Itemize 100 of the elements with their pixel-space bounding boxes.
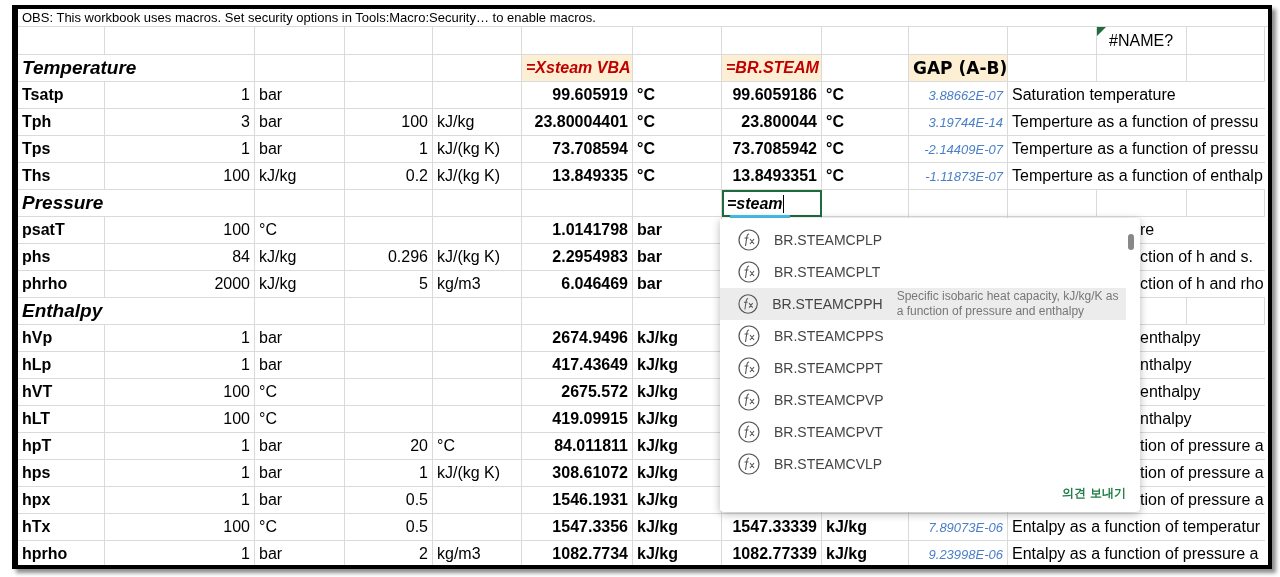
column-header: GAP (A-B) [913, 58, 1007, 78]
unit-cell: kJ/kg [822, 541, 909, 565]
function-name-cell: hVp [18, 325, 105, 352]
unit-cell: °C [822, 163, 909, 190]
result-cell: 23.800044 [722, 109, 822, 136]
unit-cell: kJ/kg [255, 271, 345, 298]
unit-cell: °C [822, 136, 909, 163]
description-text: Temperture as a function of enthalp [1012, 167, 1263, 185]
result-cell: 73.708594 [522, 136, 633, 163]
description-text: nthalpy [1140, 410, 1192, 428]
function-name-cell: hVT [18, 379, 105, 406]
function-name-cell: Tph [18, 109, 105, 136]
feedback-button[interactable]: 의견 보내기 [1061, 485, 1126, 502]
input-value-cell: 1 [105, 487, 255, 514]
result-cell: 417.43649 [522, 352, 633, 379]
description-text: ction of h and s. [1140, 248, 1253, 266]
unit-cell: kJ/kg [633, 541, 722, 565]
input-value-cell: 0.5 [345, 487, 433, 514]
function-name-cell: psatT [18, 217, 105, 244]
input-value-cell: 2000 [105, 271, 255, 298]
gap-value: 9.23998E-06 [928, 546, 1003, 562]
result-cell: 13.8493351 [722, 163, 822, 190]
unit-cell: bar [255, 487, 345, 514]
input-value-cell: 1 [105, 352, 255, 379]
unit-cell: kJ/kg [633, 514, 722, 541]
function-icon [738, 293, 759, 315]
description-text: Entalpy as a function of pressure a [1012, 545, 1259, 563]
input-value-cell: 100 [105, 406, 255, 433]
unit-cell: kJ/(kg K) [433, 244, 522, 271]
function-name-cell: hps [18, 460, 105, 487]
unit-cell: °C [633, 109, 722, 136]
function-name-cell: hLT [18, 406, 105, 433]
description-text: ction of h and rho [1140, 275, 1264, 293]
autocomplete-item[interactable]: BR.STEAMCVLP [720, 448, 1126, 480]
gap-value: -1.11873E-07 [925, 168, 1003, 184]
function-name-cell: phrho [18, 271, 105, 298]
input-value-cell: 0.5 [345, 514, 433, 541]
result-cell: 2675.572 [522, 379, 633, 406]
unit-cell: °C [255, 514, 345, 541]
function-icon [738, 389, 760, 411]
section-title: Temperature [22, 57, 137, 79]
unit-cell: kJ/kg [255, 244, 345, 271]
scrollbar-thumb[interactable] [1128, 234, 1134, 250]
unit-cell: °C [433, 433, 522, 460]
unit-cell: kJ/(kg K) [433, 136, 522, 163]
input-value-cell: 20 [345, 433, 433, 460]
input-value-cell: 5 [345, 271, 433, 298]
section-title: Enthalpy [22, 300, 103, 322]
input-value-cell: 1 [105, 541, 255, 565]
input-value-cell: 100 [105, 217, 255, 244]
autocomplete-item[interactable]: BR.STEAMCPPH Specific isobaric heat capacity, kJ/kg/K as a function of pressure and enthalpy [720, 288, 1126, 320]
unit-cell: bar [255, 136, 345, 163]
error-value: #NAME? [1109, 31, 1174, 50]
description-text: Temperture as a function of pressu [1012, 113, 1259, 131]
unit-cell: kJ/kg [433, 109, 522, 136]
description-text: tion of pressure a [1140, 491, 1264, 509]
unit-cell: °C [822, 82, 909, 109]
function-icon [738, 261, 760, 283]
autocomplete-item[interactable]: BR.STEAMCPVP [720, 384, 1126, 416]
description-text: Entalpy as a function of temperatur [1012, 518, 1261, 536]
column-header: =Xsteam VBA [526, 59, 631, 77]
unit-cell: bar [255, 541, 345, 565]
function-name-cell: Tps [18, 136, 105, 163]
unit-cell: °C [633, 82, 722, 109]
input-value-cell: 1 [105, 82, 255, 109]
input-value-cell: 2 [345, 541, 433, 565]
unit-cell: °C [822, 109, 909, 136]
input-value-cell: 1 [105, 325, 255, 352]
result-cell: 1546.1931 [522, 487, 633, 514]
unit-cell: °C [255, 406, 345, 433]
autocomplete-item[interactable]: BR.STEAMCPLT [720, 256, 1126, 288]
unit-cell: bar [255, 460, 345, 487]
function-name-cell: phs [18, 244, 105, 271]
unit-cell: bar [255, 352, 345, 379]
result-cell: 1547.3356 [522, 514, 633, 541]
function-name-cell: hLp [18, 352, 105, 379]
input-value-cell: 0.296 [345, 244, 433, 271]
description-text: tion of pressure a [1140, 437, 1264, 455]
function-icon [738, 421, 760, 443]
input-value-cell: 1 [345, 460, 433, 487]
input-value-cell: 100 [345, 109, 433, 136]
autocomplete-item[interactable]: BR.STEAMCPPS [720, 320, 1126, 352]
input-value-cell: 100 [105, 514, 255, 541]
function-icon [738, 357, 760, 379]
autocomplete-item[interactable]: BR.STEAMCPPT [720, 352, 1126, 384]
result-cell: 73.7085942 [722, 136, 822, 163]
unit-cell: °C [255, 379, 345, 406]
autocomplete-item[interactable]: BR.STEAMCPLP [720, 224, 1126, 256]
unit-cell: °C [633, 136, 722, 163]
result-cell: 99.605919 [522, 82, 633, 109]
autocomplete-item[interactable]: BR.STEAMCPVT [720, 416, 1126, 448]
input-value-cell: 1 [345, 136, 433, 163]
result-cell: 23.80004401 [522, 109, 633, 136]
input-value-cell: 84 [105, 244, 255, 271]
function-icon [738, 453, 760, 475]
result-cell: 84.011811 [522, 433, 633, 460]
description-text: enthalpy [1140, 383, 1201, 401]
result-cell: 1.0141798 [522, 217, 633, 244]
result-cell: 6.046469 [522, 271, 633, 298]
function-icon [738, 325, 760, 347]
